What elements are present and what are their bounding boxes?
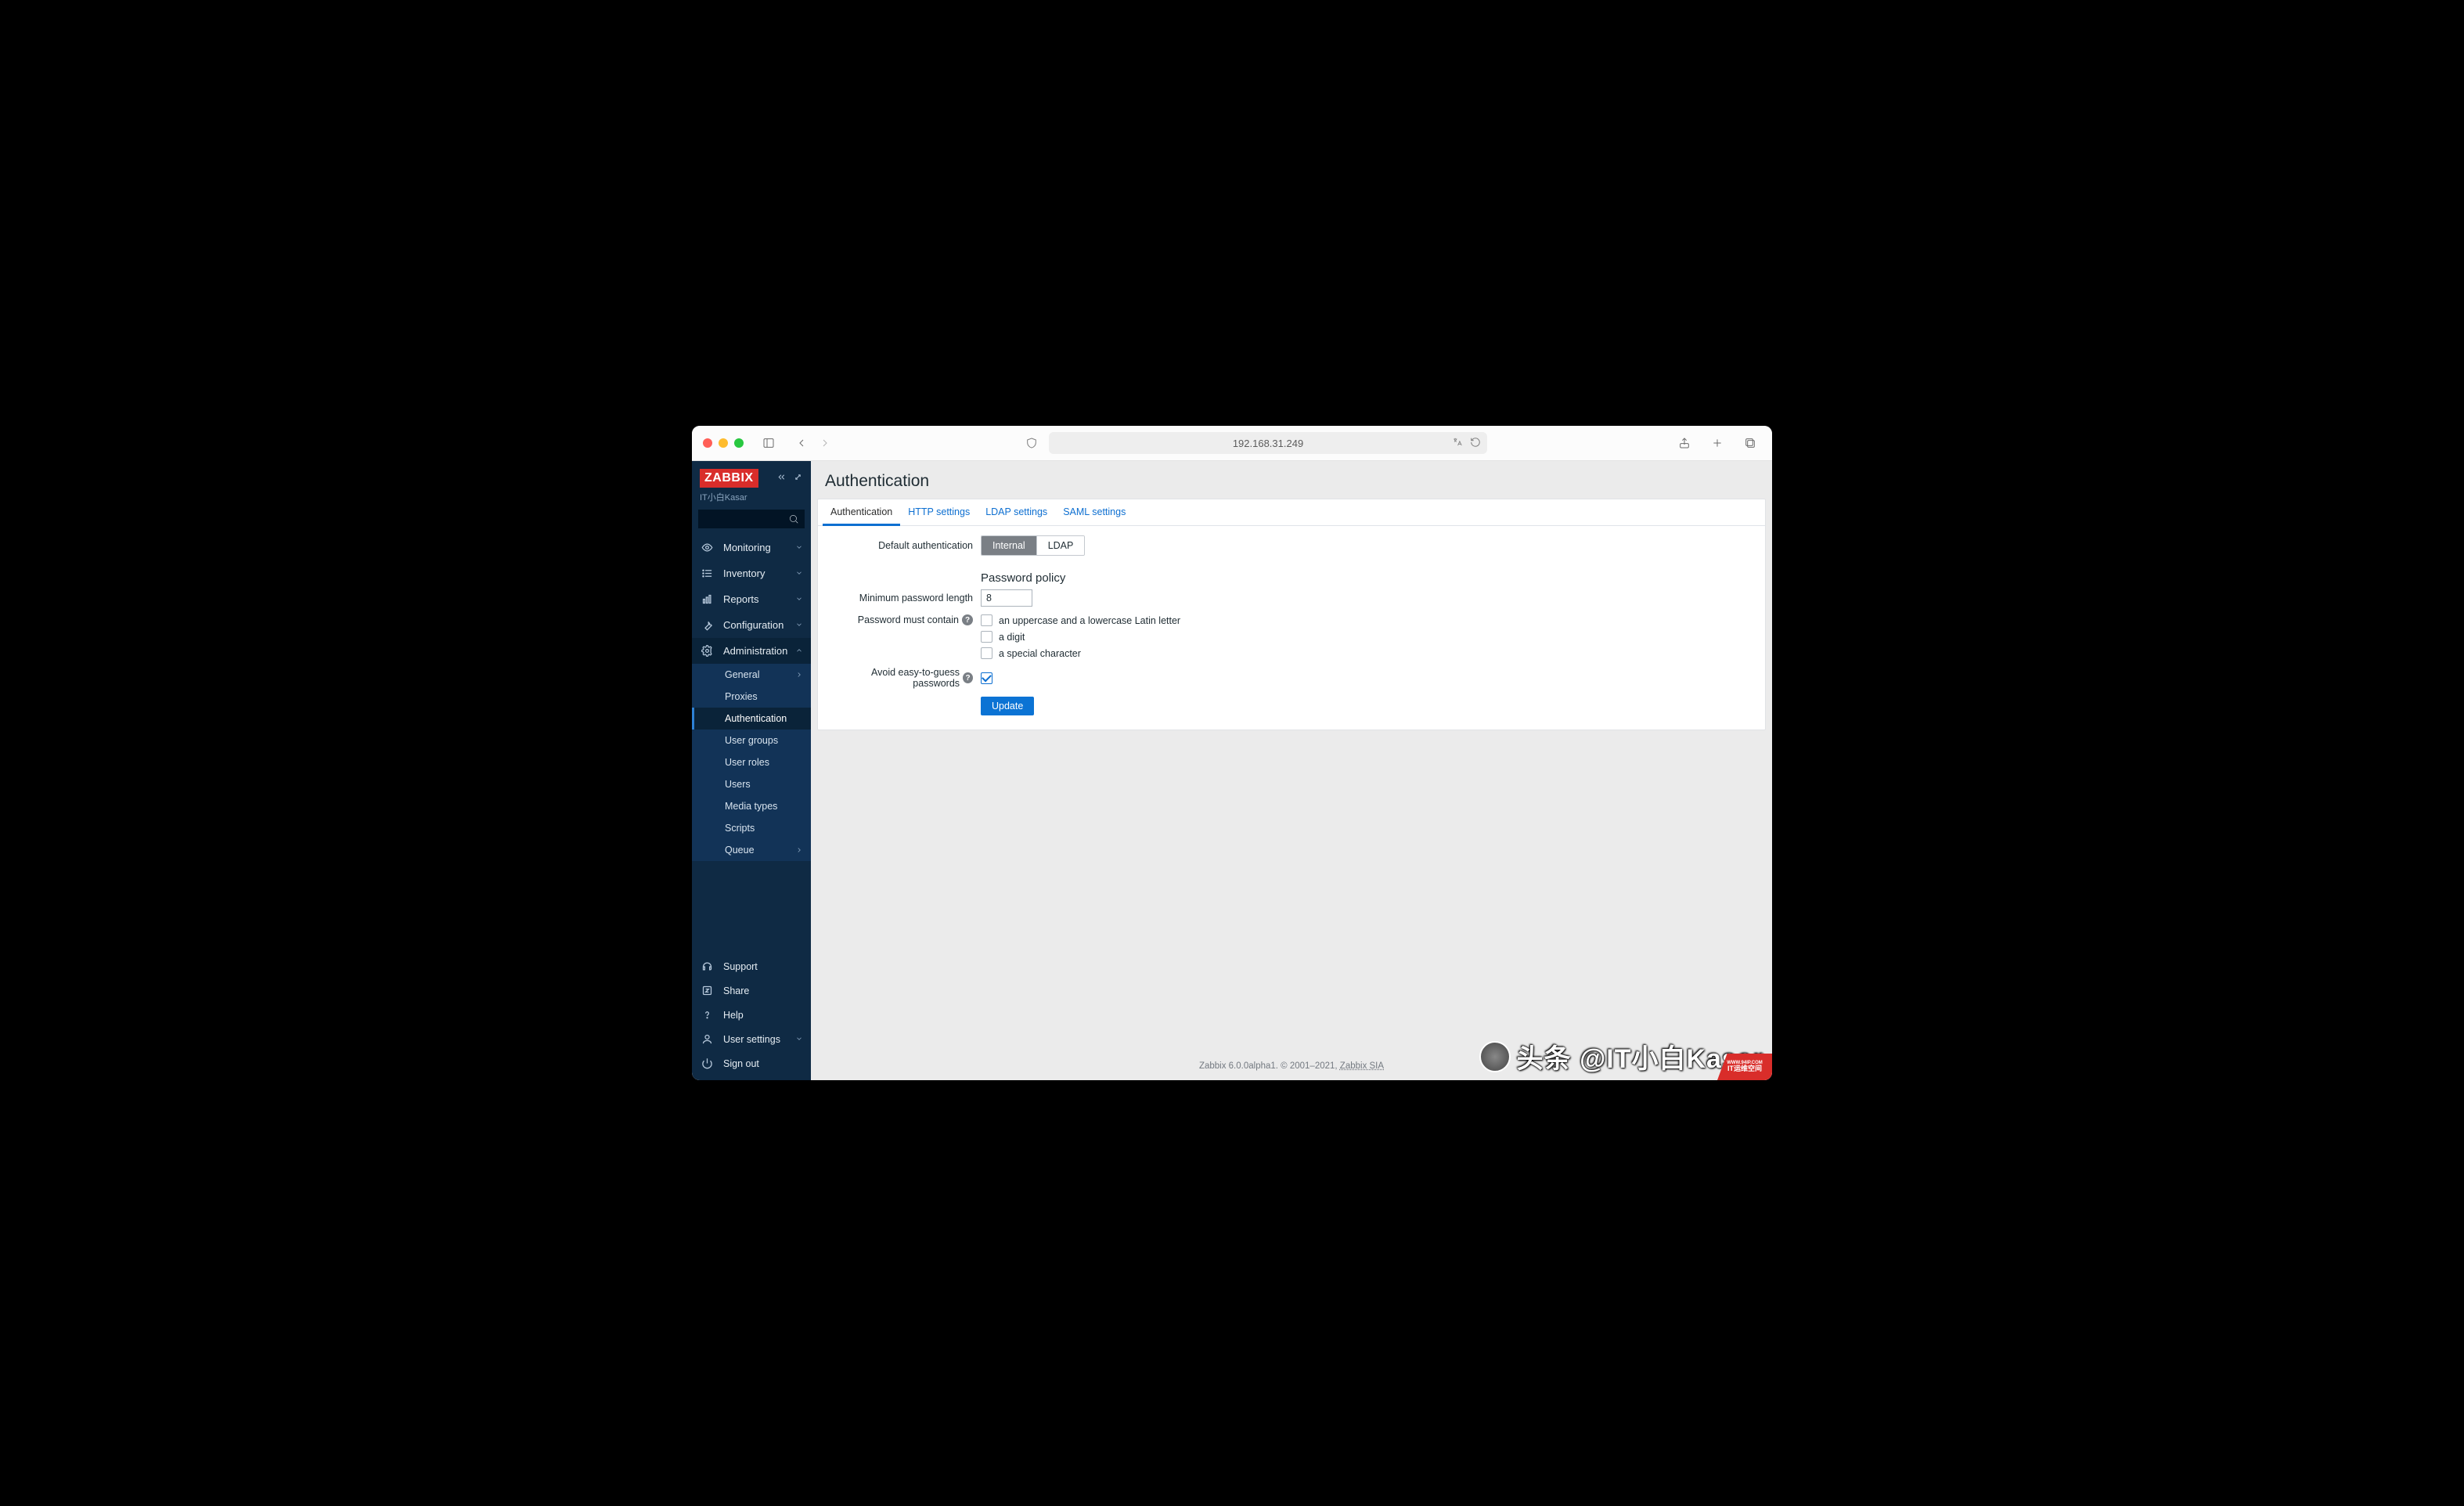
subnav-user-roles[interactable]: User roles [692,751,811,773]
checkbox-icon [981,614,992,626]
minimize-window-button[interactable] [719,438,728,448]
avoid-easy-checkbox[interactable] [981,672,992,684]
power-icon [700,1057,714,1069]
sidebar-toggle-icon[interactable] [758,434,780,452]
sidebar-item-label: Administration [723,645,787,657]
chevron-up-icon [795,645,803,657]
sidebar-item-label: Reports [723,593,759,605]
wrench-icon [700,619,714,631]
subnav-users[interactable]: Users [692,773,811,795]
sidebar-item-monitoring[interactable]: Monitoring [692,535,811,560]
maximize-window-button[interactable] [734,438,744,448]
admin-submenu: General Proxies Authentication User grou… [692,664,811,861]
subnav-user-groups[interactable]: User groups [692,730,811,751]
nav-back-button[interactable] [791,434,812,452]
help-icon[interactable]: ? [963,672,973,683]
min-length-label: Minimum password length [832,593,981,603]
sidebar-item-label: Inventory [723,567,765,579]
tab-http-settings[interactable]: HTTP settings [900,499,978,525]
tabs-overview-icon[interactable] [1739,434,1761,452]
question-icon [700,1009,714,1021]
page-title: Authentication [811,461,1772,499]
translate-icon[interactable] [1451,437,1464,450]
subnav-media-types[interactable]: Media types [692,795,811,817]
sidebar-item-configuration[interactable]: Configuration [692,612,811,638]
chevron-down-icon [795,1034,803,1045]
subnav-queue[interactable]: Queue [692,839,811,861]
sidebar-support[interactable]: Support [692,954,811,978]
list-icon [700,567,714,579]
subnav-scripts[interactable]: Scripts [692,817,811,839]
password-policy-title: Password policy [981,564,1751,589]
shield-icon[interactable] [1021,434,1043,452]
min-length-input[interactable] [981,589,1032,607]
share-z-icon [700,985,714,996]
address-bar[interactable]: 192.168.31.249 [1049,432,1487,454]
chart-icon [700,593,714,605]
help-icon[interactable]: ? [962,614,973,625]
sidebar-item-label: Monitoring [723,542,771,553]
seg-ldap[interactable]: LDAP [1036,536,1085,555]
sidebar-user-settings[interactable]: User settings [692,1027,811,1051]
sidebar-item-reports[interactable]: Reports [692,586,811,612]
expand-icon[interactable] [793,472,803,485]
user-icon [700,1033,714,1045]
page-footer: Zabbix 6.0.0alpha1. © 2001–2021, Zabbix … [811,1054,1772,1080]
footer-link[interactable]: Zabbix SIA [1340,1061,1384,1071]
subnav-proxies[interactable]: Proxies [692,686,811,708]
logo[interactable]: ZABBIX [700,469,758,488]
chevron-right-icon [795,845,803,856]
server-name: IT小白Kasar [692,491,811,510]
must-contain-label: Password must contain ? [832,614,981,625]
seg-internal[interactable]: Internal [982,536,1036,555]
search-input[interactable] [698,510,805,528]
check-upper-lower[interactable]: an uppercase and a lowercase Latin lette… [981,614,1180,626]
chevron-down-icon [795,567,803,579]
subnav-authentication[interactable]: Authentication [692,708,811,730]
tab-ldap-settings[interactable]: LDAP settings [978,499,1055,525]
url-text: 192.168.31.249 [1233,438,1303,449]
search-icon [788,513,799,524]
update-button[interactable]: Update [981,697,1034,715]
chevron-right-icon [795,670,803,681]
tab-saml-settings[interactable]: SAML settings [1055,499,1133,525]
window-controls [703,438,744,448]
form-panel: Authentication HTTP settings LDAP settin… [817,499,1766,730]
gear-icon [700,645,714,657]
chevron-down-icon [795,542,803,553]
default-auth-segmented: Internal LDAP [981,535,1085,556]
collapse-sidebar-icon[interactable] [776,472,787,485]
sidebar-help[interactable]: Help [692,1003,811,1027]
subnav-general[interactable]: General [692,664,811,686]
sidebar-item-inventory[interactable]: Inventory [692,560,811,586]
default-auth-label: Default authentication [832,540,981,551]
chevron-down-icon [795,593,803,605]
close-window-button[interactable] [703,438,712,448]
chevron-down-icon [795,619,803,631]
share-icon[interactable] [1673,434,1695,452]
sidebar-item-label: Configuration [723,619,784,631]
checkbox-icon [981,631,992,643]
sidebar-share[interactable]: Share [692,978,811,1003]
tab-bar: Authentication HTTP settings LDAP settin… [818,499,1765,526]
reload-icon[interactable] [1470,437,1481,450]
nav-forward-button[interactable] [814,434,836,452]
headset-icon [700,960,714,972]
tab-authentication[interactable]: Authentication [823,499,900,526]
avoid-easy-label: Avoid easy-to-guess passwords ? [832,667,981,689]
check-digit[interactable]: a digit [981,631,1180,643]
sidebar-sign-out[interactable]: Sign out [692,1051,811,1075]
sidebar-item-administration[interactable]: Administration [692,638,811,664]
new-tab-icon[interactable] [1706,434,1728,452]
checkbox-icon [981,647,992,659]
eye-icon [700,542,714,553]
sidebar: ZABBIX IT小白Kasar Monitoring [692,461,811,1080]
browser-titlebar: 192.168.31.249 [692,426,1772,461]
check-special[interactable]: a special character [981,647,1180,659]
